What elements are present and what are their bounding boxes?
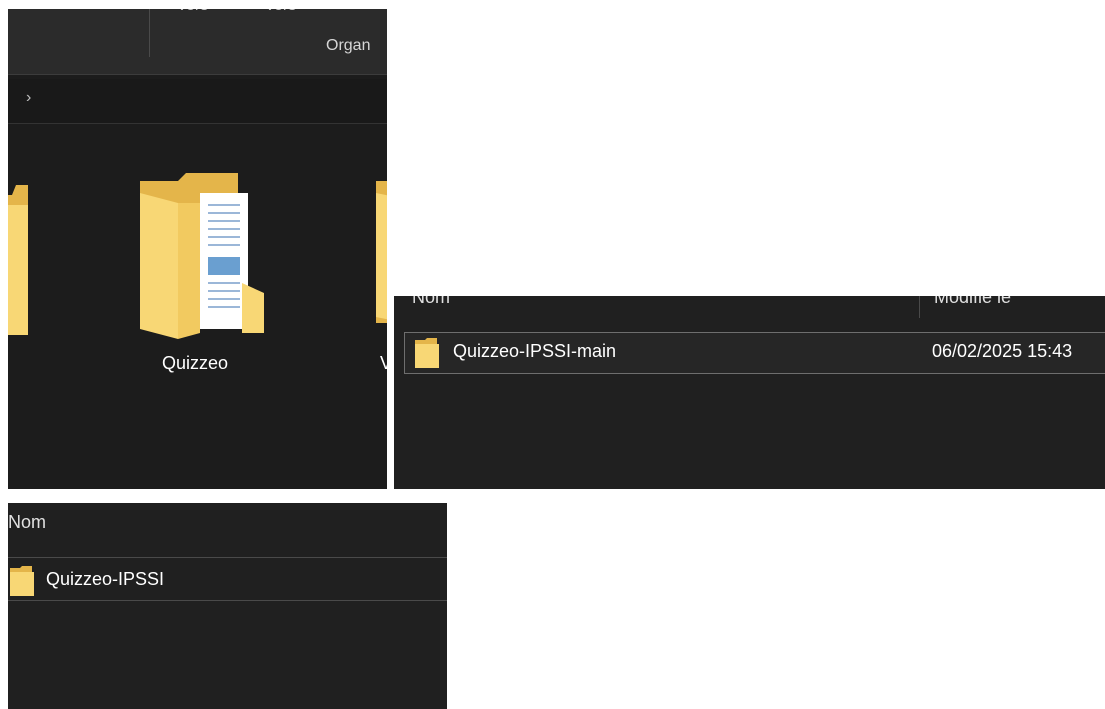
header-separator <box>8 557 447 558</box>
ribbon-group-organize: Organ <box>326 37 371 54</box>
item-label[interactable]: V <box>380 353 387 374</box>
folder-icon[interactable] <box>376 173 387 323</box>
row-name: Quizzeo-IPSSI-main <box>453 341 617 361</box>
folder-icon[interactable] <box>8 185 28 335</box>
details-view-panel: Nom Modifié le Quizzeo-IPSSI-main 06/02/… <box>394 296 1105 489</box>
chevron-right-icon[interactable]: › <box>26 89 31 107</box>
item-label[interactable]: Quizzeo <box>162 353 228 374</box>
column-header-modified[interactable]: Modifié le <box>934 296 1011 308</box>
column-header-name[interactable]: Nom <box>412 296 450 308</box>
folder-with-documents-icon[interactable] <box>138 173 268 343</box>
row-modified: 06/02/2025 15:43 <box>932 341 1073 361</box>
file-view: Quizzeo V <box>8 135 387 489</box>
details-view-panel: Nom Quizzeo-IPSSI <box>8 503 447 709</box>
ribbon-button-label[interactable]: vers <box>266 9 296 15</box>
folder-icon <box>10 566 34 596</box>
row-separator <box>8 600 447 601</box>
table-row[interactable]: Quizzeo-IPSSI <box>8 561 447 599</box>
ribbon: vers vers Organ <box>8 9 387 75</box>
folder-icon <box>415 338 439 368</box>
column-divider[interactable] <box>919 296 920 318</box>
ribbon-button-label[interactable]: vers <box>178 9 208 15</box>
large-icons-panel: vers vers Organ › <box>8 9 387 489</box>
table-row[interactable]: Quizzeo-IPSSI-main 06/02/2025 15:43 <box>404 332 1105 374</box>
address-bar[interactable]: › <box>8 79 387 124</box>
row-name: Quizzeo-IPSSI <box>46 569 165 589</box>
column-header-name[interactable]: Nom <box>8 512 46 533</box>
ribbon-separator <box>149 9 150 57</box>
